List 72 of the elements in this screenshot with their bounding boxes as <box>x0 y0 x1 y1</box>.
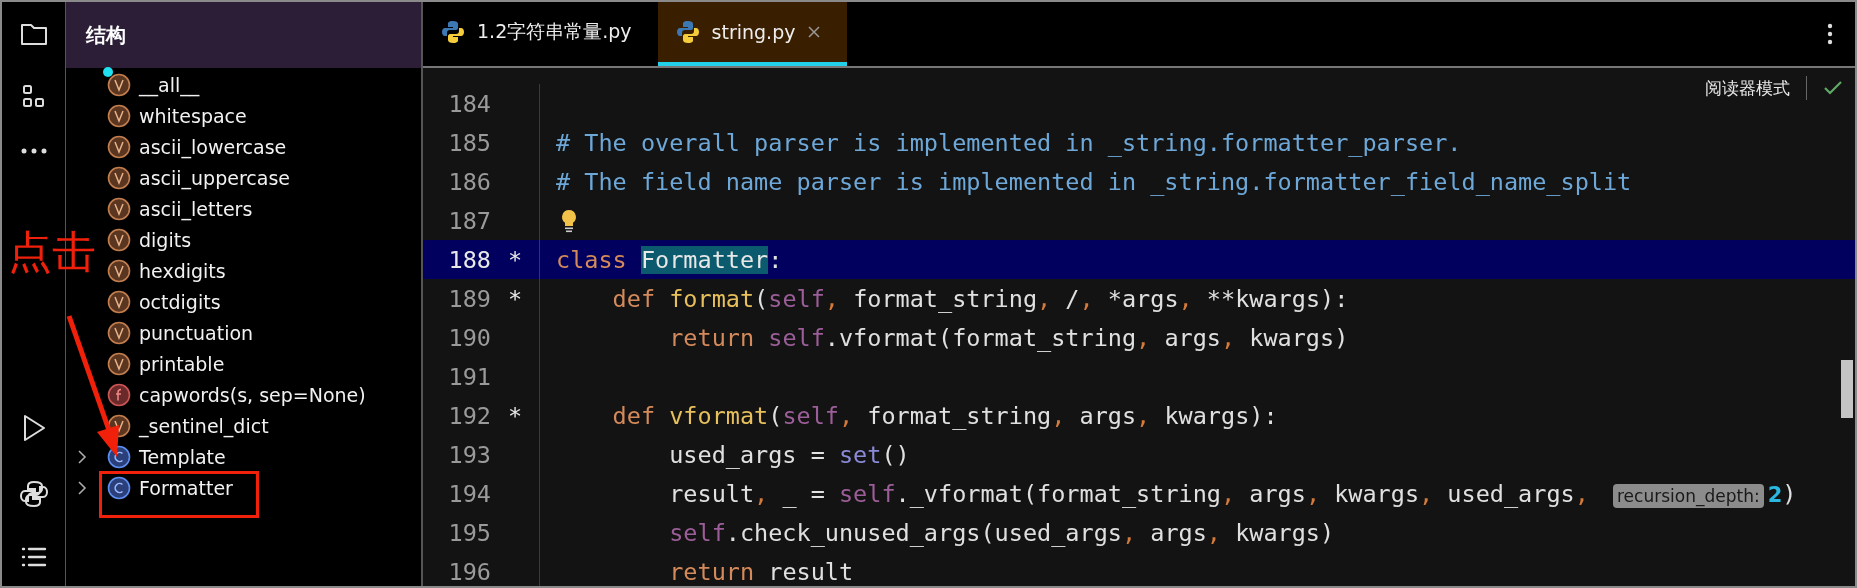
chevron-right-icon[interactable] <box>77 448 87 465</box>
tree-item[interactable]: digits <box>139 228 192 251</box>
tree-item[interactable]: capwords(s, sep=None) <box>139 383 366 406</box>
line-number: 196 <box>447 557 491 586</box>
tree-item[interactable]: __all__ <box>139 73 200 96</box>
code-line: def format(self, format_string, /, *args, **kwargs): <box>611 284 1349 313</box>
tree-item[interactable]: printable <box>139 352 225 375</box>
more-icon[interactable] <box>20 148 47 154</box>
code-line: used_args = set() <box>668 440 910 469</box>
python-file-icon <box>441 20 465 44</box>
variable-icon <box>107 72 131 97</box>
line-number: 188 <box>447 245 491 274</box>
tree-item[interactable]: ascii_letters <box>139 197 253 220</box>
variable-icon <box>107 258 131 283</box>
function-icon <box>107 382 131 407</box>
variable-icon <box>107 103 131 128</box>
more-vertical-icon[interactable] <box>1827 23 1833 45</box>
tree-item[interactable]: octdigits <box>139 290 221 313</box>
line-number: 193 <box>447 440 491 469</box>
line-number: 191 <box>447 362 491 391</box>
tree-item[interactable]: ascii_uppercase <box>139 166 290 189</box>
variable-icon <box>107 134 131 159</box>
code-line: return self.vformat(format_string, args, kwargs) <box>668 323 1349 352</box>
code-line: return result <box>668 557 854 586</box>
tree-item[interactable]: _sentinel_dict <box>139 414 269 437</box>
line-number: 187 <box>447 206 491 235</box>
folder-icon[interactable] <box>19 22 48 46</box>
code-line: self.check_unused_args(used_args, args, kwargs) <box>668 518 1335 547</box>
line-number: 186 <box>447 167 491 196</box>
chevron-right-icon[interactable] <box>77 479 87 496</box>
scrollbar-thumb[interactable] <box>1841 360 1853 418</box>
change-marker: * <box>507 401 523 430</box>
line-number: 194 <box>447 479 491 508</box>
python-icon[interactable] <box>19 480 48 508</box>
code-line: def vformat(self, format_string, args, kwargs): <box>611 401 1278 430</box>
tree-item[interactable]: ascii_lowercase <box>139 135 287 158</box>
variable-icon <box>107 351 131 376</box>
variable-icon <box>107 227 131 252</box>
code-line: result, _ = self._vformat(format_string, args, kwargs, used_args, recursion_depth: 2) <box>668 479 1797 508</box>
variable-icon <box>107 196 131 221</box>
line-number: 185 <box>447 128 491 157</box>
change-marker: * <box>507 284 523 313</box>
code-line: # The overall parser is implemented in _string.formatter_parser. <box>556 128 1462 157</box>
close-icon[interactable] <box>807 25 822 39</box>
python-file-icon <box>675 20 700 44</box>
tree-item[interactable]: Formatter <box>139 476 233 499</box>
line-number: 184 <box>447 89 491 118</box>
variable-icon <box>107 289 131 314</box>
file-tab[interactable]: 1.2字符串常量.py <box>423 2 658 66</box>
line-number: 195 <box>447 518 491 547</box>
code-line: # The field name parser is implemented in _string.formatter_field_name_split <box>556 167 1632 196</box>
line-number: 189 <box>447 284 491 313</box>
reader-mode-button[interactable]: 阅读器模式 <box>1705 76 1790 100</box>
tree-item[interactable]: whitespace <box>139 104 247 127</box>
tree-item[interactable]: Template <box>139 445 226 468</box>
change-marker: * <box>507 245 523 274</box>
variable-icon <box>107 165 131 190</box>
checkmark-icon <box>1823 80 1843 96</box>
play-icon[interactable] <box>21 414 46 442</box>
line-number: 190 <box>447 323 491 352</box>
lightbulb-icon[interactable] <box>560 208 578 233</box>
structure-icon[interactable] <box>20 84 47 110</box>
marker-dot <box>103 66 113 77</box>
class-icon <box>107 475 131 500</box>
file-tab[interactable]: string.py <box>657 2 848 66</box>
panel-title: 结构 <box>86 21 126 49</box>
annotation-label: 点击 <box>8 230 96 274</box>
variable-icon <box>107 320 131 345</box>
tree-item[interactable]: hexdigits <box>139 259 226 282</box>
tree-item[interactable]: punctuation <box>139 321 254 344</box>
line-number: 192 <box>447 401 491 430</box>
list-icon[interactable] <box>20 546 47 568</box>
